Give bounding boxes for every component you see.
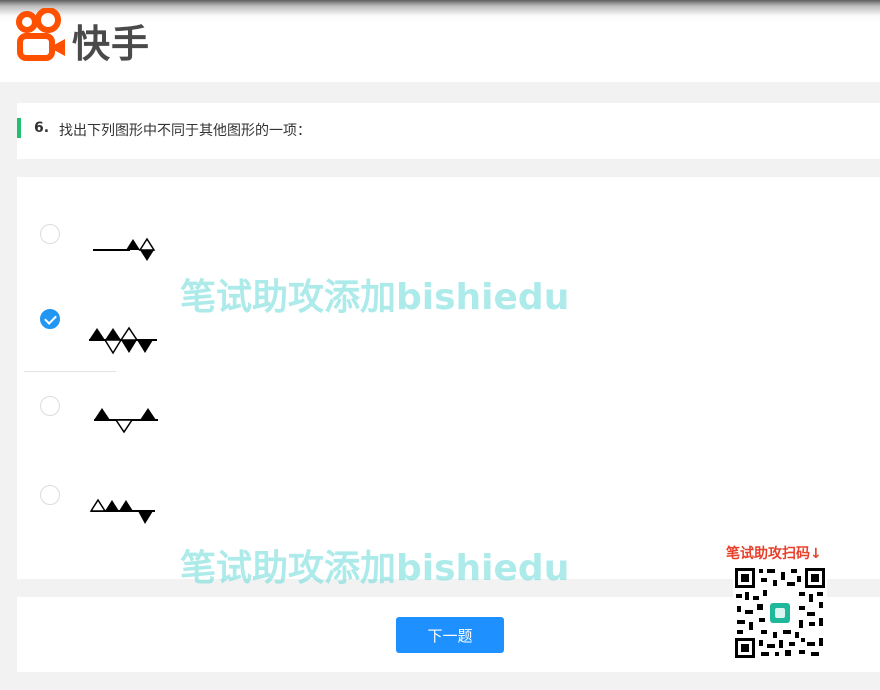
qr-caption: 笔试助攻扫码↓ — [726, 546, 822, 562]
qr-code-icon[interactable] — [733, 566, 827, 660]
brand-name: 快手 — [72, 22, 151, 66]
option-a-figure — [93, 237, 156, 261]
options-card — [17, 177, 880, 579]
option-a[interactable] — [17, 202, 317, 282]
option-b[interactable] — [17, 281, 317, 361]
option-c[interactable] — [17, 375, 317, 455]
option-c-figure — [94, 408, 158, 434]
option-a-radio[interactable] — [40, 224, 60, 244]
option-b-figure — [89, 326, 157, 355]
option-d[interactable] — [17, 462, 317, 542]
option-b-radio-checked-icon[interactable] — [40, 309, 60, 329]
kuaishou-logo-icon — [16, 8, 65, 61]
option-d-radio[interactable] — [40, 485, 60, 505]
next-question-button[interactable]: 下一题 — [396, 617, 504, 653]
question-accent-bar — [17, 118, 21, 138]
header-bar: 快手 — [0, 0, 880, 82]
question-text: 找出下列图形中不同于其他图形的一项： — [59, 123, 311, 139]
option-d-figure — [89, 498, 155, 524]
question-card: 6. 找出下列图形中不同于其他图形的一项： — [17, 103, 880, 159]
selection-divider — [24, 371, 116, 372]
option-c-radio[interactable] — [40, 396, 60, 416]
question-number: 6. — [34, 120, 50, 136]
